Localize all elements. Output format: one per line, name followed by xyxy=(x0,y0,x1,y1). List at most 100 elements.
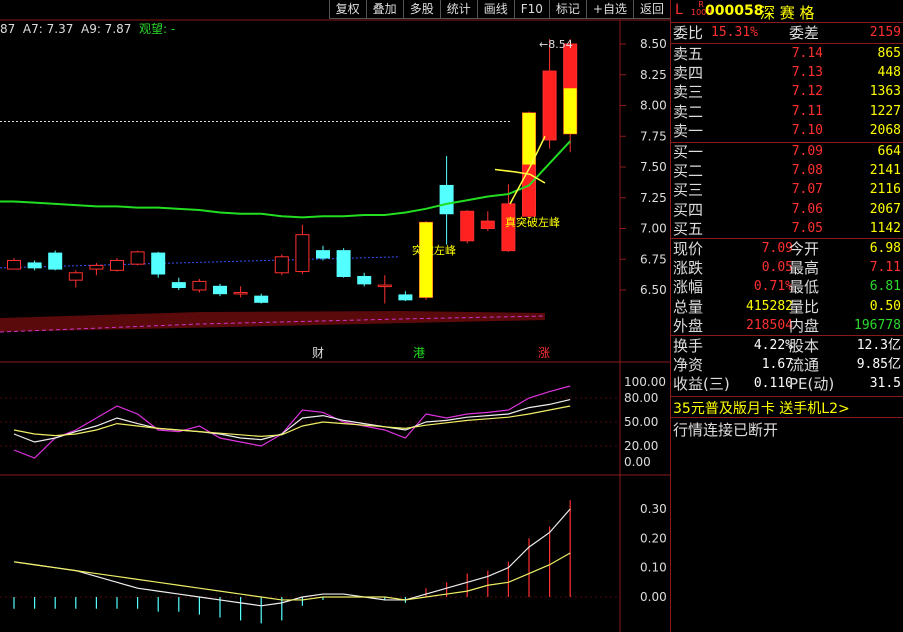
level-volume: 2116 xyxy=(869,182,901,198)
osc-tick-label: 50.00 xyxy=(624,415,658,429)
candle-body xyxy=(377,284,392,288)
stat-value-2: 9.85亿 xyxy=(856,357,901,373)
toolbar-multi-stock-button[interactable]: 多股 xyxy=(402,0,440,19)
quote-label-2: 最高 xyxy=(789,259,820,278)
promo-link[interactable]: 35元普及版月卡 送手机L2> xyxy=(673,398,850,418)
level-price: 7.06 xyxy=(791,201,823,217)
level-price: 7.11 xyxy=(791,103,823,119)
price-tick-label: 8.25 xyxy=(640,68,667,82)
buy-level-row: 买一 7.09 664 xyxy=(671,143,903,161)
price-tick-label: 7.50 xyxy=(640,160,667,174)
quote-value: 218504 xyxy=(746,317,793,333)
level-label: 买一 xyxy=(673,143,704,161)
toolbar-f10-button[interactable]: F10 xyxy=(513,0,549,19)
event-marker: 财 xyxy=(312,346,324,360)
quote-row: 外盘 218504 内盘 196778 xyxy=(671,317,903,335)
candle-body xyxy=(192,280,207,291)
event-marker: 港 xyxy=(413,346,425,360)
level-price: 7.13 xyxy=(791,65,823,81)
quote-row: 涨幅 0.71% 最低 6.81 xyxy=(671,278,903,296)
candle-body xyxy=(171,282,186,289)
indicator-line: 87 A7: 7.37 A9: 7.87 观望: - xyxy=(0,22,176,36)
volume-band xyxy=(0,311,545,332)
level-volume: 664 xyxy=(877,144,901,159)
level-volume: 448 xyxy=(877,65,901,81)
sell-level-row: 卖二 7.11 1227 xyxy=(671,103,903,121)
quote-label-2: 最低 xyxy=(789,278,820,297)
candle-body xyxy=(357,275,372,285)
quote-label: 现价 xyxy=(673,240,704,258)
stat-value: 0.110 xyxy=(753,376,793,392)
toolbar-add-watchlist-button[interactable]: +自选 xyxy=(585,0,633,19)
toolbar-draw-button[interactable]: 画线 xyxy=(476,0,514,19)
quote-value-2: 7.11 xyxy=(869,260,901,276)
toolbar-stats-button[interactable]: 统计 xyxy=(439,0,477,19)
level-price: 7.05 xyxy=(791,220,823,236)
candle-body xyxy=(480,220,495,229)
candle-body xyxy=(233,291,248,295)
signal-bar xyxy=(522,112,536,165)
candle-body xyxy=(274,256,289,274)
price-tick-label: 6.75 xyxy=(640,252,667,266)
toolbar-overlay-button[interactable]: 叠加 xyxy=(365,0,403,19)
quote-value-2: 6.98 xyxy=(869,241,901,256)
candle-body xyxy=(398,294,413,301)
candle-body xyxy=(254,295,269,303)
candle-body xyxy=(460,210,475,242)
quote-value-2: 0.50 xyxy=(869,298,901,314)
price-tick-label: 7.25 xyxy=(640,191,667,205)
signal-bar xyxy=(419,222,433,298)
level-volume: 1227 xyxy=(869,103,901,119)
stock-name: 深 赛 格 xyxy=(760,4,815,22)
candle-body xyxy=(89,264,104,270)
level-label: 卖三 xyxy=(673,83,704,102)
sell-level-row: 卖一 7.10 2068 xyxy=(671,122,903,140)
quote-label: 总量 xyxy=(673,297,704,316)
candle-body xyxy=(336,250,351,277)
candle-body xyxy=(110,259,124,271)
level-label: 卖二 xyxy=(673,102,704,121)
stat-value-2: 12.3亿 xyxy=(856,338,901,353)
level-price: 7.09 xyxy=(791,144,823,159)
macd-tick-label: 0.30 xyxy=(640,502,667,516)
macd-tick-label: 0.00 xyxy=(640,590,667,604)
quote-value: 0.71% xyxy=(753,279,793,295)
event-marker: 涨 xyxy=(538,345,550,360)
candle-body xyxy=(295,234,310,273)
quote-label-2: 今开 xyxy=(789,240,820,258)
level-volume: 2067 xyxy=(869,201,901,217)
stat-label-2: 流通 xyxy=(789,356,820,375)
quote-panel: L R 1000 000058 深 赛 格 委比 15.31% 委差 2159 卖… xyxy=(670,0,903,632)
level-label: 卖一 xyxy=(673,121,704,140)
kline-chart[interactable]: 8.50 8.25 8.00 7.75 7.50 7.25 7.00 6.75 6.50 100… xyxy=(0,0,670,632)
price-tick-label: 7.75 xyxy=(640,129,667,143)
price-tick-label: 8.00 xyxy=(640,99,667,113)
stat-label: 净资 xyxy=(673,356,704,375)
quote-row: 涨跌 0.05 最高 7.11 xyxy=(671,259,903,277)
stat-value: 4.22% xyxy=(753,338,793,353)
level-label: 买四 xyxy=(673,200,704,219)
level-volume: 2068 xyxy=(869,122,901,138)
toolbar-mark-button[interactable]: 标记 xyxy=(548,0,586,19)
candle-body xyxy=(48,252,63,270)
level-label: 买三 xyxy=(673,181,704,200)
price-tick-label: 6.50 xyxy=(640,283,667,297)
stat-label-2: 股本 xyxy=(789,337,820,355)
toolbar-back-button[interactable]: 返回 xyxy=(632,0,670,19)
candle-body xyxy=(542,70,557,141)
toolbar-restore-rights-button[interactable]: 复权 xyxy=(328,0,366,19)
level-label: 买二 xyxy=(673,162,704,181)
level-price: 7.10 xyxy=(791,122,823,138)
macd-dif-line xyxy=(13,508,571,607)
market-flag: L xyxy=(675,2,683,18)
price-tick-label: 8.50 xyxy=(640,37,667,51)
sell-level-row: 卖四 7.13 448 xyxy=(671,64,903,82)
sell-level-row: 卖五 7.14 865 xyxy=(671,45,903,63)
level-volume: 1142 xyxy=(869,220,901,236)
candle-body xyxy=(151,252,166,275)
level-label: 卖四 xyxy=(673,64,704,83)
quote-label: 外盘 xyxy=(673,316,704,335)
level-volume: 2141 xyxy=(869,163,901,179)
break-left-annotation: 突破左峰 xyxy=(412,243,456,257)
candle-body xyxy=(316,250,330,259)
